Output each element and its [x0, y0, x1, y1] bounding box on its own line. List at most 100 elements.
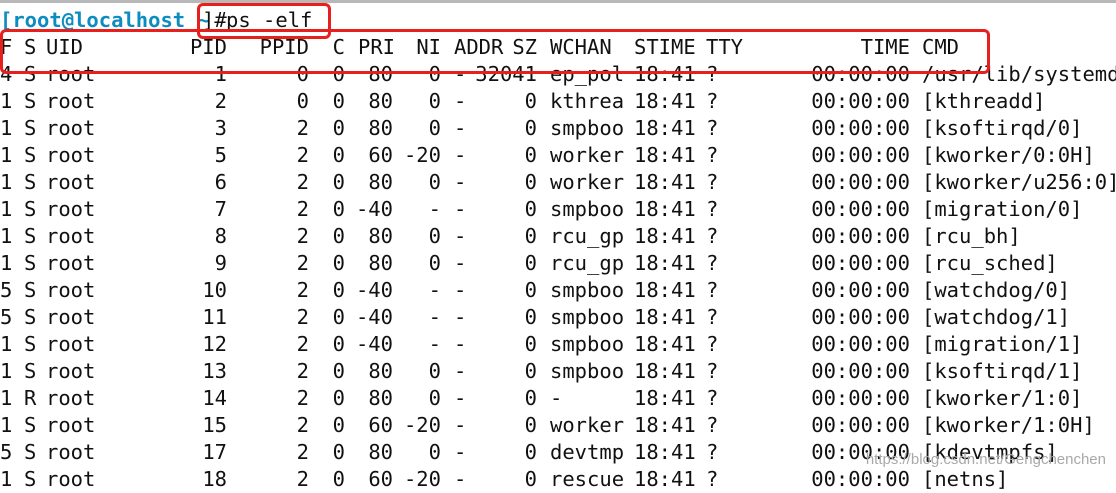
cell-sz: 0 [524, 224, 537, 248]
cell-sz: 0 [524, 170, 537, 194]
cell-wchan: smpboo [550, 305, 625, 329]
table-row: 1 Sroot 8 2 0 80 0-0 rcu_gp 18:41? 00:00:00 [rcu_b… [0, 223, 1116, 250]
cell-ppid: 2 [296, 224, 309, 248]
header-ni: NI [416, 35, 441, 59]
cell-f: 1 [0, 143, 13, 167]
cell-uid: root [46, 386, 96, 410]
cell-tty: ? [706, 170, 719, 194]
cell-time: 00:00:00 [811, 386, 910, 410]
header-tty: TTY [706, 35, 744, 59]
cell-pri: 80 [368, 62, 393, 86]
header-pri: PRI [358, 35, 396, 59]
cell-c: 0 [332, 251, 345, 275]
cell-addr: - [454, 89, 467, 113]
cell-addr: - [454, 332, 467, 356]
cell-sz: 0 [524, 278, 537, 302]
cell-stime: 18:41 [634, 413, 696, 437]
cell-f: 1 [0, 467, 13, 491]
table-row: 1 Sroot 3 2 0 80 0-0 smpboo 18:41? 00:00:00 [ksoft… [0, 115, 1116, 142]
header-addr: ADDR [454, 35, 504, 59]
cell-cmd: [watchdog/1] [922, 305, 1071, 329]
cell-uid: root [46, 440, 96, 464]
cell-pid: 7 [214, 197, 227, 221]
cell-ni: 0 [428, 116, 441, 140]
cell-time: 00:00:00 [811, 197, 910, 221]
cell-pid: 17 [202, 440, 227, 464]
cell-addr: - [454, 116, 467, 140]
cell-c: 0 [332, 386, 345, 410]
cell-s: S [24, 359, 37, 383]
cell-cmd: [watchdog/0] [922, 278, 1071, 302]
cell-pid: 9 [214, 251, 227, 275]
cell-wchan: smpboo [550, 197, 625, 221]
cell-s: S [24, 413, 37, 437]
cell-c: 0 [332, 305, 345, 329]
cell-sz: 0 [524, 467, 537, 491]
cell-time: 00:00:00 [811, 332, 910, 356]
cell-uid: root [46, 170, 96, 194]
cell-addr: - [454, 143, 467, 167]
table-row: 5 Sroot 10 2 0 -40- -0 smpboo 18:41? 00:00:00 [wat… [0, 277, 1116, 304]
cell-f: 4 [0, 62, 13, 86]
cell-addr: - [454, 386, 467, 410]
cell-ni: - [428, 305, 441, 329]
cell-pri: 80 [368, 386, 393, 410]
cell-time: 00:00:00 [811, 224, 910, 248]
cell-sz: 32041 [475, 62, 537, 86]
cell-time: 00:00:00 [811, 305, 910, 329]
cell-uid: root [46, 278, 96, 302]
cell-pid: 18 [202, 467, 227, 491]
cell-cmd: [rcu_sched] [922, 251, 1058, 275]
cell-stime: 18:41 [634, 332, 696, 356]
cell-addr: - [454, 62, 467, 86]
cell-tty: ? [706, 278, 719, 302]
cell-c: 0 [332, 332, 345, 356]
cell-ppid: 2 [296, 170, 309, 194]
cell-cmd: [kworker/1:0] [922, 386, 1083, 410]
cell-ppid: 2 [296, 413, 309, 437]
header-f: F [0, 35, 13, 59]
cell-pid: 12 [202, 332, 227, 356]
cell-pri: 80 [368, 116, 393, 140]
cell-ni: 0 [428, 386, 441, 410]
cell-addr: - [454, 467, 467, 491]
window-top-border [0, 0, 1116, 3]
cell-pid: 5 [214, 143, 227, 167]
cell-cmd: [kworker/0:0H] [922, 143, 1095, 167]
cell-stime: 18:41 [634, 224, 696, 248]
cell-ni: 0 [428, 251, 441, 275]
cell-s: R [24, 386, 37, 410]
cell-ni: 0 [428, 440, 441, 464]
cell-f: 1 [0, 251, 13, 275]
cell-pri: 60 [368, 143, 393, 167]
cell-pid: 3 [214, 116, 227, 140]
terminal-window[interactable]: [root@localhost ~ ]# ps -elf F S UID PID PPI… [0, 0, 1116, 491]
cell-stime: 18:41 [634, 359, 696, 383]
cell-cmd: [kthreadd] [922, 89, 1046, 113]
cell-pri: 80 [368, 224, 393, 248]
cell-f: 1 [0, 224, 13, 248]
table-row: 1 Sroot 15 2 0 60 -20-0 worker 18:41? 00:00:00 [kw… [0, 412, 1116, 439]
cell-pri: 80 [368, 440, 393, 464]
cell-f: 1 [0, 359, 13, 383]
header-cmd: CMD [922, 35, 960, 59]
cell-uid: root [46, 332, 96, 356]
cell-tty: ? [706, 116, 719, 140]
cell-pri: 80 [368, 359, 393, 383]
cell-ni: -20 [403, 143, 441, 167]
cell-tty: ? [706, 89, 719, 113]
cell-c: 0 [332, 440, 345, 464]
cell-ni: 0 [428, 62, 441, 86]
cell-f: 1 [0, 116, 13, 140]
cell-uid: root [46, 116, 96, 140]
cell-uid: root [46, 224, 96, 248]
cell-time: 00:00:00 [811, 251, 910, 275]
cell-wchan: smpboo [550, 332, 625, 356]
cell-ppid: 2 [296, 386, 309, 410]
cell-c: 0 [332, 278, 345, 302]
cell-wchan: smpboo [550, 116, 625, 140]
cell-sz: 0 [524, 251, 537, 275]
cell-tty: ? [706, 467, 719, 491]
header-sz: SZ [512, 35, 537, 59]
header-stime: STIME [634, 35, 696, 59]
